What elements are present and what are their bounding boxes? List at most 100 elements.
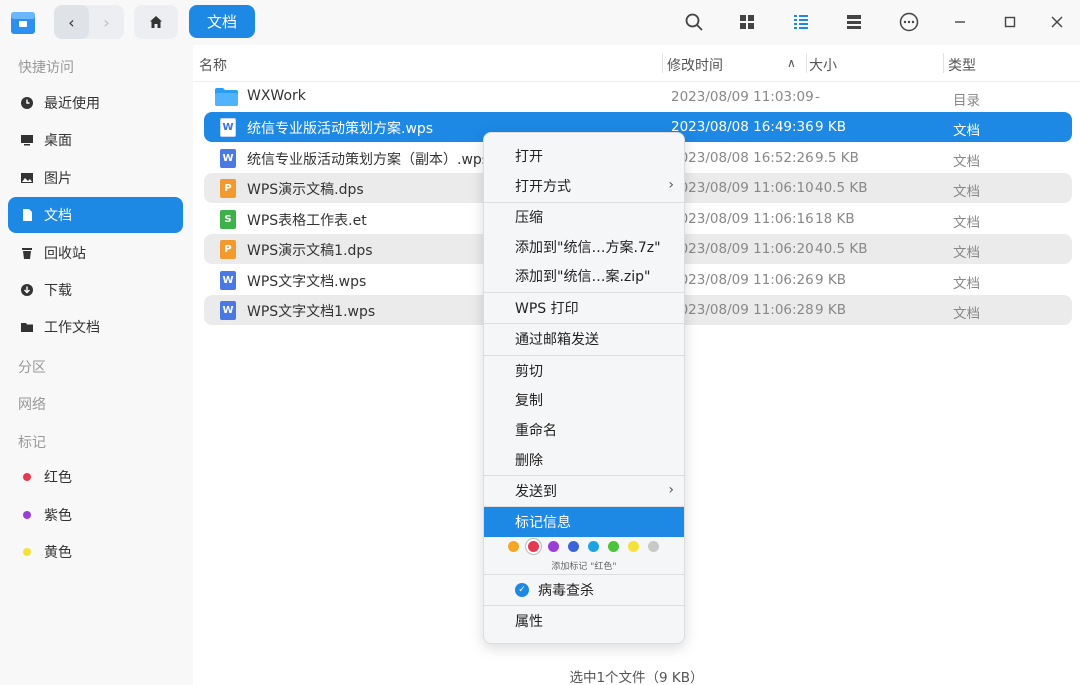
navigation-group: ‹ › [54,5,124,39]
sidebar-item-work-documents[interactable]: 工作文档 [8,309,183,345]
file-name: WPS表格工作表.et [247,213,367,229]
search-icon[interactable] [682,10,706,34]
sidebar-item-recent[interactable]: 最近使用 [8,85,183,121]
back-button[interactable]: ‹ [54,5,89,39]
menu-item-label: 发送到 [515,484,557,500]
column-name[interactable]: 名称 [199,55,227,75]
minimize-icon[interactable] [948,10,972,34]
tag-color-cyan[interactable] [588,541,599,552]
sidebar-item-documents[interactable]: 文档 [8,197,183,233]
sidebar-item-label: 下载 [44,283,72,299]
file-name: WPS文字文档1.wps [247,304,376,320]
file-size: 18 KB [815,211,855,227]
tag-color-purple[interactable] [548,541,559,552]
more-menu-icon[interactable] [897,10,921,34]
tag-color-yellow[interactable] [628,541,639,552]
wps-spreadsheet-icon: S [220,210,236,229]
column-type[interactable]: 类型 [948,55,976,75]
menu-item-open-with[interactable]: 打开方式 › [484,171,684,201]
menu-item-open[interactable]: 打开 [484,141,684,171]
sidebar-item-label: 图片 [44,171,72,187]
menu-item-send-to[interactable]: 发送到 › [484,476,684,506]
partition-heading[interactable]: 分区 [18,357,46,377]
file-modified-time: 2023/08/09 11:06:10 [671,180,814,196]
sidebar-tag-yellow[interactable]: 黄色 [8,534,183,570]
tag-color-green[interactable] [608,541,619,552]
menu-item-add-7z[interactable]: 添加到"统信…方案.7z" [484,232,684,262]
column-divider[interactable] [806,53,807,73]
purple-tag-dot-icon [20,508,34,522]
sidebar-item-label: 文档 [44,208,72,224]
sidebar-item-downloads[interactable]: 下载 [8,272,183,308]
sidebar-item-label: 黄色 [44,545,72,561]
wps-presentation-icon: P [220,179,236,198]
sidebar-tag-red[interactable]: 红色 [8,459,183,495]
tags-heading: 标记 [18,435,46,451]
menu-item-virus-scan[interactable]: ✓ 病毒查杀 [484,575,684,605]
menu-item-add-zip[interactable]: 添加到"统信…案.zip" [484,261,684,291]
home-button[interactable] [134,5,178,39]
home-icon [150,16,162,28]
menu-item-label: 病毒查杀 [538,583,594,599]
file-size: 9.5 KB [815,150,859,166]
file-size: 9 KB [815,302,846,318]
menu-item-wps-print[interactable]: WPS 打印 [484,293,684,323]
yellow-tag-dot-icon [20,545,34,559]
file-name: WPS文字文档.wps [247,274,367,290]
list-view-icon[interactable] [789,10,813,34]
sidebar-item-desktop[interactable]: 桌面 [8,122,183,158]
sidebar-item-label: 回收站 [44,246,86,262]
file-row[interactable]: WXWork 2023/08/09 11:03:09 - 目录 [204,82,1072,112]
document-icon [20,208,34,222]
file-type: 文档 [953,123,980,139]
quick-access-heading: 快捷访问 [18,60,74,76]
file-modified-time: 2023/08/09 11:06:26 [671,272,814,288]
menu-item-delete[interactable]: 删除 [484,445,684,475]
menu-item-cut[interactable]: 剪切 [484,356,684,386]
sidebar-item-pictures[interactable]: 图片 [8,160,183,196]
clock-icon [20,96,34,110]
breadcrumb-documents[interactable]: 文档 [189,5,256,38]
menu-item-label: 复制 [515,393,543,409]
column-size[interactable]: 大小 [809,55,837,75]
file-size: 9 KB [815,119,846,135]
sidebar-item-trash[interactable]: 回收站 [8,235,183,271]
file-type: 文档 [953,276,980,292]
file-size: - [815,89,820,105]
column-divider[interactable] [662,53,663,73]
wps-document-icon: W [220,118,236,137]
sort-ascending-icon[interactable]: ∧ [787,56,796,70]
file-type: 目录 [953,93,980,109]
menu-item-rename[interactable]: 重命名 [484,415,684,445]
file-name: WPS演示文稿.dps [247,182,364,198]
file-type: 文档 [953,215,980,231]
file-type: 文档 [953,245,980,261]
forward-button[interactable]: › [89,5,124,39]
close-icon[interactable] [1045,10,1069,34]
sidebar-tag-purple[interactable]: 紫色 [8,497,183,533]
tag-color-gray[interactable] [648,541,659,552]
menu-item-tag-info[interactable]: 标记信息 [484,507,684,537]
maximize-icon[interactable] [998,10,1022,34]
shield-icon: ✓ [515,583,529,597]
sidebar-item-label: 桌面 [44,133,72,149]
tag-color-blue[interactable] [568,541,579,552]
column-divider[interactable] [943,53,944,73]
menu-item-properties[interactable]: 属性 [484,606,684,636]
tag-color-orange[interactable] [508,541,519,552]
menu-item-compress[interactable]: 压缩 [484,202,684,232]
menu-item-label: 删除 [515,453,543,469]
detail-view-icon[interactable] [842,10,866,34]
file-manager-logo-icon [11,12,35,34]
menu-item-copy[interactable]: 复制 [484,385,684,415]
menu-item-label: 剪切 [515,364,543,380]
column-modified-time[interactable]: 修改时间 [667,55,723,75]
wps-document-icon: W [220,301,236,320]
network-heading[interactable]: 网络 [18,394,46,414]
menu-item-email-send[interactable]: 通过邮箱发送 [484,324,684,354]
file-size: 40.5 KB [815,241,868,257]
tag-color-red[interactable] [528,541,539,552]
icon-view-icon[interactable] [735,10,759,34]
tag-hint-text: 添加标记 "红色" [551,562,617,572]
file-type: 文档 [953,154,980,170]
